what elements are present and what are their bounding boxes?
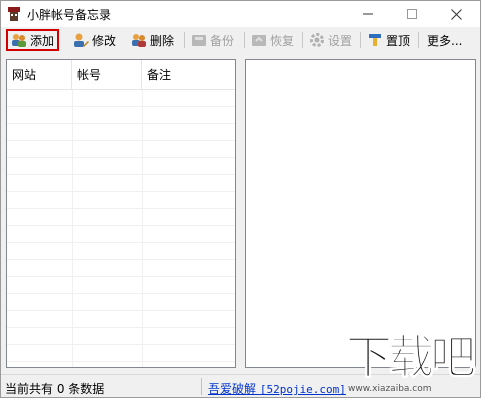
gear-icon [310,33,324,47]
users-delete-icon [132,34,146,47]
window-title: 小胖帐号备忘录 [27,8,112,22]
pin-top-button[interactable]: 置顶 [364,29,413,51]
app-logo-icon [8,7,20,21]
toolbar-separator [418,32,419,48]
backup-button-label: 备份 [210,33,235,48]
settings-button-label: 设置 [328,33,353,48]
edit-button[interactable]: 修改 [70,29,119,51]
pin-top-icon [369,34,381,46]
list-grid [7,90,235,367]
record-count: 当前共有 0 条数据 [5,382,105,396]
minimize-icon [363,13,373,15]
column-header-account[interactable]: 帐号 [72,60,142,90]
restore-button-label: 恢复 [270,33,295,48]
status-separator [201,378,202,395]
settings-button[interactable]: 设置 [306,29,355,51]
more-button-label: 更多... [427,33,463,48]
account-list[interactable]: 网站 帐号 备注 [6,59,236,368]
maximize-icon [407,9,417,19]
toolbar-separator [360,32,361,48]
add-button-label: 添加 [30,33,55,48]
list-header: 网站 帐号 备注 [7,60,235,90]
toolbar-separator [184,32,185,48]
minimize-button[interactable] [346,1,390,27]
toolbar-separator [244,32,245,48]
restore-button[interactable]: 恢复 [248,29,297,51]
delete-button-label: 删除 [150,33,175,48]
column-divider [72,90,73,367]
users-add-icon [12,34,26,47]
backup-icon [192,35,206,46]
more-button[interactable]: 更多... [424,29,465,51]
maximize-button[interactable] [390,1,434,27]
toolbar-separator [302,32,303,48]
edit-button-label: 修改 [92,33,117,48]
pojie-link-site: [52pojie.com] [259,383,346,396]
title-bar[interactable]: 小胖帐号备忘录 [1,1,480,27]
pojie-link-prefix: 吾爱破解 [208,382,260,396]
pojie-link[interactable]: 吾爱破解 [52pojie.com] [208,380,346,397]
detail-panel[interactable] [245,59,476,368]
status-bar: 当前共有 0 条数据 吾爱破解 [52pojie.com] [1,374,480,397]
close-button[interactable] [434,1,478,27]
toolbar: 添加 修改 删除 备份 恢复 设置 置顶 更多... [2,28,479,52]
column-header-website[interactable]: 网站 [7,60,72,90]
backup-button[interactable]: 备份 [188,29,237,51]
delete-button[interactable]: 删除 [128,29,177,51]
pin-top-button-label: 置顶 [386,33,411,48]
user-edit-icon [74,33,89,47]
restore-icon [252,35,266,46]
app-window: 小胖帐号备忘录 添加 修改 删除 备份 恢复 设置 置顶 更多... 网站 帐号… [0,0,481,398]
close-icon [450,8,462,20]
column-header-note[interactable]: 备注 [142,60,235,90]
add-button[interactable]: 添加 [6,29,60,51]
column-divider [142,90,143,367]
